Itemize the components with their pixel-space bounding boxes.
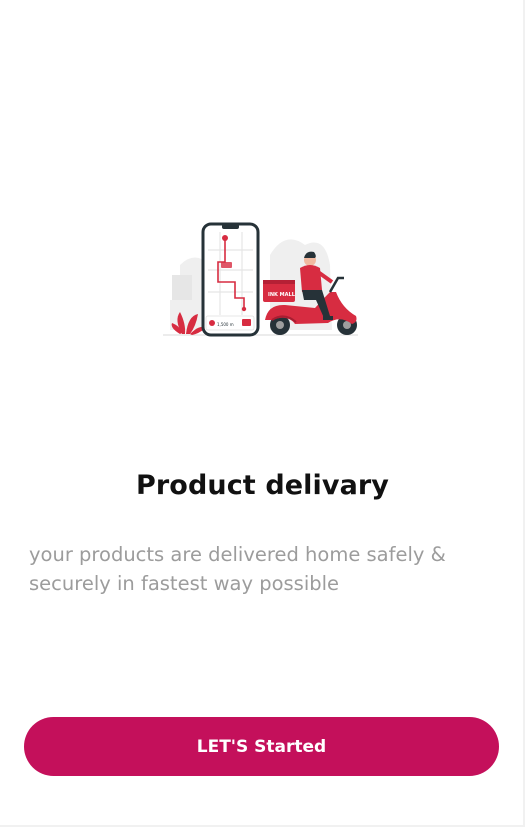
onboarding-screen: 1,500 m INK MALL Product delivary your p… xyxy=(0,0,525,827)
svg-text:INK MALL: INK MALL xyxy=(268,292,296,298)
delivery-scooter-illustration: 1,500 m INK MALL xyxy=(163,222,358,337)
phone-icon: 1,500 m xyxy=(201,222,260,337)
onboarding-description: your products are delivered home safely … xyxy=(29,543,446,595)
svg-text:1,500 m: 1,500 m xyxy=(217,322,234,327)
lets-started-button[interactable]: LET'S Started xyxy=(24,717,499,776)
onboarding-title: Product delivary xyxy=(136,470,389,501)
map-pin-icon xyxy=(222,235,228,241)
